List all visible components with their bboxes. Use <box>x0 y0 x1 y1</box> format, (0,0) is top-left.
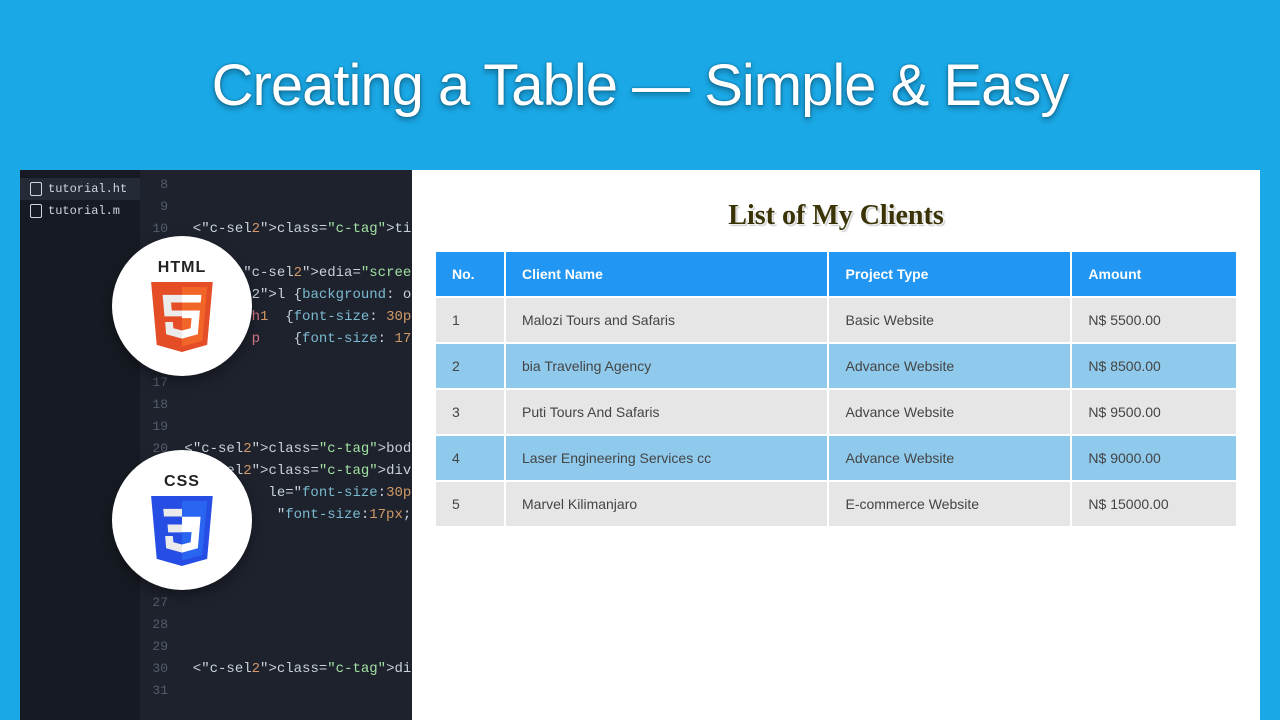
table-cell: N$ 5500.00 <box>1071 297 1237 343</box>
file-tab-label: tutorial.ht <box>48 182 127 196</box>
table-cell: 3 <box>435 389 505 435</box>
clients-table-body: 1Malozi Tours and SafarisBasic WebsiteN$… <box>435 297 1237 527</box>
table-row: 1Malozi Tours and SafarisBasic WebsiteN$… <box>435 297 1237 343</box>
table-cell: Basic Website <box>828 297 1071 343</box>
file-icon <box>30 204 42 218</box>
line-number: 28 <box>140 614 176 636</box>
code-line[interactable]: <"c-sel2">class="c-tag">title>Learning C… <box>176 218 412 240</box>
file-tab-label: tutorial.m <box>48 204 120 218</box>
title-bar: Creating a Table — Simple & Easy <box>0 0 1280 170</box>
code-line[interactable] <box>176 680 412 702</box>
code-line[interactable] <box>176 636 412 658</box>
line-number: 29 <box>140 636 176 658</box>
table-cell: 2 <box>435 343 505 389</box>
table-cell: N$ 15000.00 <box>1071 481 1237 527</box>
table-cell: N$ 9000.00 <box>1071 435 1237 481</box>
table-header-cell: Client Name <box>505 251 828 297</box>
table-cell: 5 <box>435 481 505 527</box>
code-line[interactable] <box>176 372 412 394</box>
table-cell: Marvel Kilimanjaro <box>505 481 828 527</box>
table-header-cell: Project Type <box>828 251 1071 297</box>
table-header-cell: Amount <box>1071 251 1237 297</box>
clients-table-head: No.Client NameProject TypeAmount <box>435 251 1237 297</box>
html5-icon <box>147 281 217 353</box>
code-line[interactable]: <"c-sel2">class="c-tag">div "c-sel2">cla… <box>176 658 412 680</box>
table-cell: 4 <box>435 435 505 481</box>
line-number: 18 <box>140 394 176 416</box>
line-number: 19 <box>140 416 176 438</box>
code-line[interactable] <box>176 592 412 614</box>
table-row: 2bia Traveling AgencyAdvance WebsiteN$ 8… <box>435 343 1237 389</box>
table-cell: N$ 9500.00 <box>1071 389 1237 435</box>
table-cell: Advance Website <box>828 435 1071 481</box>
table-cell: Malozi Tours and Safaris <box>505 297 828 343</box>
css3-badge: CSS <box>112 450 252 590</box>
line-number: 17 <box>140 372 176 394</box>
html5-badge: HTML <box>112 236 252 376</box>
table-cell: Advance Website <box>828 389 1071 435</box>
table-title: List of My Clients <box>434 200 1238 232</box>
table-cell: bia Traveling Agency <box>505 343 828 389</box>
css3-icon <box>147 495 217 567</box>
line-number: 30 <box>140 658 176 680</box>
line-number: 8 <box>140 174 176 196</box>
line-number: 31 <box>140 680 176 702</box>
table-cell: Laser Engineering Services cc <box>505 435 828 481</box>
table-cell: Advance Website <box>828 343 1071 389</box>
table-row: 3Puti Tours And SafarisAdvance WebsiteN$… <box>435 389 1237 435</box>
code-line[interactable] <box>176 614 412 636</box>
table-row: 5Marvel KilimanjaroE-commerce WebsiteN$ … <box>435 481 1237 527</box>
file-icon <box>30 182 42 196</box>
code-line[interactable] <box>176 174 412 196</box>
editor-file-list: tutorial.ht tutorial.m <box>20 170 140 720</box>
file-tab[interactable]: tutorial.m <box>20 200 140 222</box>
table-cell: 1 <box>435 297 505 343</box>
code-line[interactable] <box>176 416 412 438</box>
table-cell: N$ 8500.00 <box>1071 343 1237 389</box>
preview-pane: List of My Clients No.Client NameProject… <box>412 170 1260 720</box>
table-cell: E-commerce Website <box>828 481 1071 527</box>
code-line[interactable] <box>176 394 412 416</box>
file-tab[interactable]: tutorial.ht <box>20 178 140 200</box>
table-row: 4Laser Engineering Services ccAdvance We… <box>435 435 1237 481</box>
table-header-cell: No. <box>435 251 505 297</box>
code-line[interactable] <box>176 196 412 218</box>
line-number: 9 <box>140 196 176 218</box>
line-number: 27 <box>140 592 176 614</box>
table-cell: Puti Tours And Safaris <box>505 389 828 435</box>
page-title: Creating a Table — Simple & Easy <box>212 52 1069 119</box>
css3-badge-label: CSS <box>164 473 200 491</box>
clients-table: No.Client NameProject TypeAmount 1Malozi… <box>434 250 1238 528</box>
html5-badge-label: HTML <box>158 259 206 277</box>
